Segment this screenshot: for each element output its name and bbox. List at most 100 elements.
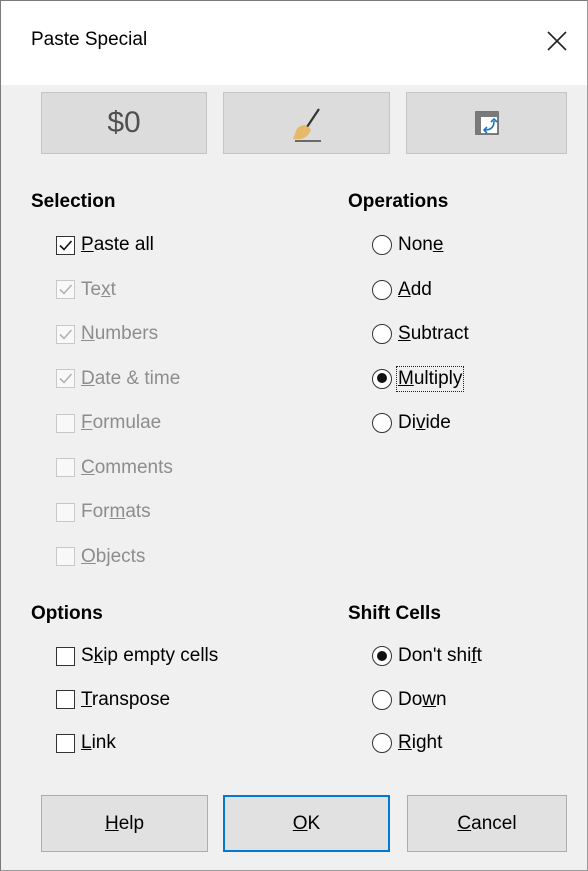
right-radio[interactable]: Right (372, 732, 442, 754)
ok-label-key: O (292, 812, 308, 834)
radio-circle[interactable] (372, 413, 392, 433)
text-checkbox: Text (56, 279, 116, 301)
divide-radio[interactable]: Divide (372, 412, 451, 434)
checkbox-label: Paste all (81, 234, 154, 256)
help-label-post: elp (118, 812, 145, 834)
radio-circle[interactable] (372, 235, 392, 255)
paste-special-dialog: Paste Special $0 Selection Paste all Text… (0, 0, 588, 871)
option-label-post: ormulae (92, 412, 162, 433)
close-button[interactable] (541, 25, 573, 57)
checkbox-label: Formats (81, 501, 151, 523)
option-label-key: C (81, 456, 95, 478)
help-label-key: H (104, 812, 119, 834)
checkbox-label: Date & time (81, 368, 180, 390)
date-time-checkbox: Date & time (56, 368, 180, 390)
option-label-key: x (101, 278, 111, 300)
checkmark-icon (59, 328, 73, 340)
transpose-checkbox[interactable]: Transpose (56, 689, 170, 711)
ok-button[interactable]: OK (223, 795, 390, 852)
formulae-checkbox: Formulae (56, 412, 161, 434)
option-label-post: t (110, 278, 116, 300)
checkbox-box (56, 369, 75, 388)
link-checkbox[interactable]: Link (56, 732, 116, 754)
option-label-pre: S (81, 645, 94, 666)
radio-label: Add (398, 279, 432, 301)
option-label-key: D (81, 367, 95, 389)
option-label-post: aste all (93, 234, 154, 255)
option-label-post: dd (410, 278, 432, 300)
don-t-shift-radio[interactable]: Don't shift (372, 645, 482, 667)
radio-circle[interactable] (372, 324, 392, 344)
option-label-post: ranspose (91, 688, 171, 710)
option-label-post: ight (411, 732, 443, 753)
option-label-key: m (109, 501, 126, 522)
option-label-key: P (81, 234, 94, 255)
option-label-post: t (476, 645, 482, 666)
title-bar: Paste Special (1, 1, 587, 85)
add-radio[interactable]: Add (372, 279, 432, 301)
option-label-key: e (432, 234, 444, 255)
help-button[interactable]: Help (41, 795, 208, 852)
skip-empty-cells-checkbox[interactable]: Skip empty cells (56, 645, 218, 667)
option-label-key: A (398, 278, 411, 300)
radio-circle[interactable] (372, 733, 392, 753)
cancel-label-post: ancel (471, 812, 517, 834)
checkbox-label: Transpose (81, 689, 170, 711)
option-label-key: S (398, 323, 411, 344)
checkbox-box (56, 547, 75, 566)
values-only-preset-button[interactable]: $0 (41, 92, 207, 154)
shift-cells-heading: Shift Cells (348, 603, 441, 624)
radio-label: None (398, 234, 443, 256)
values-only-icon: $0 (107, 106, 141, 139)
radio-circle[interactable] (372, 279, 392, 300)
formats-only-brush-icon (292, 108, 321, 142)
radio-circle[interactable] (372, 689, 392, 710)
checkmark-icon (59, 239, 73, 251)
option-label-key: k (93, 645, 104, 666)
none-radio[interactable]: None (372, 234, 443, 256)
multiply-radio[interactable]: Multiply (372, 365, 465, 392)
radio-label: Multiply (395, 365, 465, 392)
checkmark-icon (59, 373, 73, 384)
checkbox-box[interactable] (56, 733, 75, 753)
checkbox-label: Text (81, 279, 116, 301)
radio-label: Divide (398, 412, 451, 434)
options-heading: Options (31, 603, 103, 624)
objects-checkbox: Objects (56, 546, 145, 568)
selection-heading: Selection (31, 191, 116, 212)
checkbox-label: Comments (81, 457, 173, 479)
checkbox-box[interactable] (56, 646, 75, 666)
paste-all-checkbox[interactable]: Paste all (56, 234, 154, 256)
radio-circle[interactable] (372, 646, 392, 666)
checkbox-box[interactable] (56, 235, 75, 255)
ok-label-post: K (307, 812, 321, 834)
option-label-key: M (398, 367, 414, 389)
transpose-preset-button[interactable] (406, 92, 567, 154)
option-label-pre: Do (398, 688, 423, 710)
checkbox-box (56, 502, 75, 522)
option-label-pre: Te (81, 278, 102, 300)
option-label-post: omments (94, 456, 173, 478)
down-radio[interactable]: Down (372, 689, 447, 711)
option-label-post: ultiply (413, 367, 463, 389)
option-label-post: ate & time (94, 367, 181, 389)
cancel-label-key: C (457, 812, 472, 834)
radio-circle[interactable] (372, 368, 392, 389)
option-label-key: F (81, 412, 93, 433)
option-label-post: ats (125, 501, 151, 522)
option-label-post: ink (91, 732, 116, 753)
formats-only-preset-button[interactable] (223, 92, 390, 154)
subtract-radio[interactable]: Subtract (372, 323, 469, 345)
option-label-post: ubtract (410, 323, 469, 344)
option-label-pre: For (81, 501, 110, 522)
checkbox-label: Numbers (81, 323, 158, 345)
checkbox-box (56, 280, 75, 299)
window-title: Paste Special (31, 29, 148, 50)
operations-heading: Operations (348, 191, 449, 212)
formats-checkbox: Formats (56, 501, 151, 523)
radio-label: Down (398, 689, 447, 711)
cancel-button[interactable]: Cancel (407, 795, 567, 852)
option-label-post: bjects (95, 545, 146, 567)
checkbox-box[interactable] (56, 690, 75, 709)
option-label-post: ip empty cells (103, 645, 219, 666)
